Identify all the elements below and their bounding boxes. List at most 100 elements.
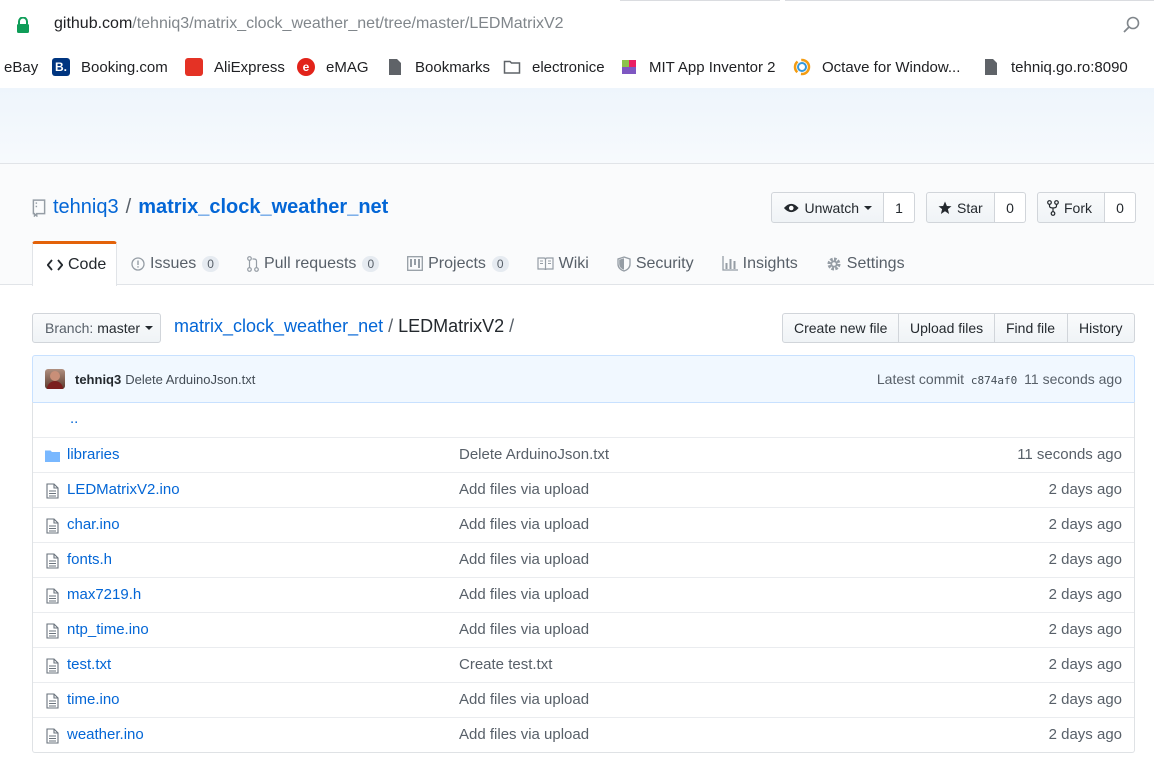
browser-url-bar[interactable]: github.com/tehniq3/matrix_clock_weather_… <box>0 0 1154 50</box>
tab-projects[interactable]: Projects 0 <box>393 241 522 286</box>
file-commit-message[interactable]: Add files via upload <box>459 481 589 498</box>
fork-button[interactable]: Fork <box>1037 192 1105 223</box>
table-row: fonts.h Add files via upload 2 days ago <box>33 542 1134 577</box>
avatar[interactable] <box>45 369 65 389</box>
tab-pull-requests[interactable]: Pull requests 0 <box>233 241 393 286</box>
projects-counter: 0 <box>491 255 509 272</box>
bookmark-appinventor[interactable]: MIT App Inventor 2 <box>620 57 775 77</box>
breadcrumb-separator: / <box>388 316 394 336</box>
commit-author[interactable]: tehniq3 <box>75 372 121 387</box>
file-icon <box>46 518 59 534</box>
bookmark-octave[interactable]: Octave for Window... <box>793 57 960 77</box>
bookmark-bookmarks[interactable]: Bookmarks <box>386 57 490 77</box>
file-commit-message[interactable]: Add files via upload <box>459 516 589 533</box>
code-icon <box>47 259 63 271</box>
file-commit-message[interactable]: Add files via upload <box>459 586 589 603</box>
page-icon <box>985 59 997 75</box>
bookmark-tehniq[interactable]: tehniq.go.ro:8090 <box>982 57 1128 77</box>
address-text[interactable]: github.com/tehniq3/matrix_clock_weather_… <box>54 15 564 33</box>
repo-owner-link[interactable]: tehniq3 <box>53 196 119 219</box>
find-file-button[interactable]: Find file <box>994 313 1068 343</box>
file-name-link[interactable]: LEDMatrixV2.ino <box>67 481 180 498</box>
file-icon <box>46 588 59 604</box>
file-name-link[interactable]: fonts.h <box>67 551 112 568</box>
file-commit-message[interactable]: Add files via upload <box>459 621 589 638</box>
star-icon <box>938 201 952 214</box>
parent-dir-link[interactable]: .. <box>70 410 78 427</box>
bookmark-ebay[interactable]: eBay <box>4 57 38 77</box>
file-commit-message[interactable]: Add files via upload <box>459 551 589 568</box>
tab-label: Insights <box>742 254 798 272</box>
bookmark-label: Bookmarks <box>415 58 491 76</box>
url-path: /tehniq3/matrix_clock_weather_net/tree/m… <box>132 15 564 32</box>
tab-security[interactable]: Security <box>603 241 708 286</box>
project-icon <box>407 256 424 271</box>
tab-wiki[interactable]: Wiki <box>523 241 603 286</box>
booking-icon: B. <box>52 58 70 76</box>
branch-label: Branch: <box>45 320 94 336</box>
create-new-file-button[interactable]: Create new file <box>782 313 899 343</box>
watch-group: Unwatch 1 <box>771 192 915 223</box>
bookmark-label: eMAG <box>326 58 369 76</box>
commit-age: 11 seconds ago <box>1024 371 1122 387</box>
bookmark-aliexpress[interactable]: AliExpress <box>185 57 285 77</box>
tab-code[interactable]: Code <box>32 241 117 286</box>
unwatch-label: Unwatch <box>804 199 859 216</box>
file-commit-message[interactable]: Delete ArduinoJson.txt <box>459 446 609 463</box>
tab-label: Code <box>68 256 107 273</box>
bookmark-booking[interactable]: B. Booking.com <box>52 57 168 77</box>
star-count[interactable]: 0 <box>995 192 1026 223</box>
bookmark-label: AliExpress <box>214 58 285 76</box>
table-row: test.txt Create test.txt 2 days ago <box>33 647 1134 682</box>
page-icon <box>389 59 401 75</box>
table-row: time.ino Add files via upload 2 days ago <box>33 682 1134 717</box>
bookmark-electronice[interactable]: electronice <box>503 57 605 77</box>
file-name-link[interactable]: libraries <box>67 446 120 463</box>
breadcrumb-root-link[interactable]: matrix_clock_weather_net <box>174 316 383 336</box>
folder-icon <box>45 450 60 462</box>
fork-count[interactable]: 0 <box>1105 192 1136 223</box>
tab-issues[interactable]: Issues 0 <box>117 241 233 286</box>
repo-name-link[interactable]: matrix_clock_weather_net <box>138 196 388 219</box>
latest-commit-bar: tehniq3 Delete ArduinoJson.txt Latest co… <box>32 355 1135 403</box>
star-button[interactable]: Star <box>926 192 995 223</box>
site-header <box>0 88 1154 164</box>
file-icon <box>46 728 59 744</box>
file-commit-message[interactable]: Create test.txt <box>459 656 552 673</box>
file-name-link[interactable]: max7219.h <box>67 586 141 603</box>
branch-select-button[interactable]: Branch: master <box>32 313 161 343</box>
eye-icon <box>783 203 799 212</box>
history-button[interactable]: History <box>1067 313 1135 343</box>
tab-settings[interactable]: Settings <box>812 241 919 286</box>
upload-files-button[interactable]: Upload files <box>898 313 995 343</box>
fork-icon <box>1047 199 1059 216</box>
tab-insights[interactable]: Insights <box>708 241 812 286</box>
file-age: 2 days ago <box>1048 656 1122 673</box>
chevron-down-icon <box>864 205 872 210</box>
branch-value: master <box>97 320 141 336</box>
commit-message[interactable]: Delete ArduinoJson.txt <box>125 372 255 387</box>
file-icon <box>46 693 59 709</box>
bookmark-label: Booking.com <box>81 58 168 76</box>
tab-label: Settings <box>846 254 905 272</box>
bookmark-emag[interactable]: e eMAG <box>297 57 369 77</box>
file-name-link[interactable]: weather.ino <box>67 726 144 743</box>
commit-sha[interactable]: c874af0 <box>971 374 1017 387</box>
file-name-link[interactable]: ntp_time.ino <box>67 621 149 638</box>
star-label: Star <box>957 199 983 216</box>
file-commit-message[interactable]: Add files via upload <box>459 691 589 708</box>
table-row: ntp_time.ino Add files via upload 2 days… <box>33 612 1134 647</box>
gear-icon <box>826 256 842 272</box>
tab-label: Projects <box>428 254 486 272</box>
file-age: 2 days ago <box>1048 621 1122 638</box>
unwatch-button[interactable]: Unwatch <box>771 192 884 223</box>
latest-commit-label: Latest commit <box>876 371 965 387</box>
search-icon[interactable] <box>1122 16 1140 34</box>
file-name-link[interactable]: time.ino <box>67 691 120 708</box>
parent-dir-row[interactable]: .. <box>33 402 1134 437</box>
file-commit-message[interactable]: Add files via upload <box>459 726 589 743</box>
file-name-link[interactable]: test.txt <box>67 656 111 673</box>
file-age: 2 days ago <box>1048 726 1122 743</box>
watch-count[interactable]: 1 <box>884 192 915 223</box>
file-name-link[interactable]: char.ino <box>67 516 120 533</box>
